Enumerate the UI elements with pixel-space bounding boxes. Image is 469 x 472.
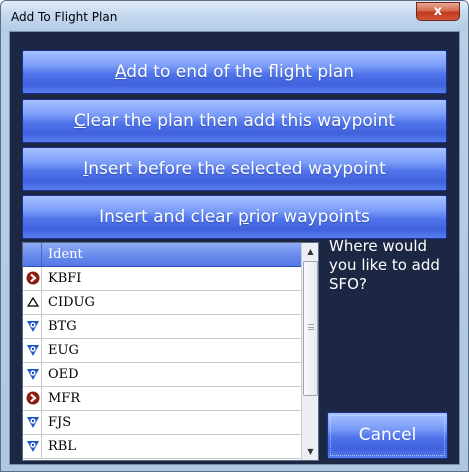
scroll-thumb[interactable]: [303, 261, 318, 396]
insert-and-clear-prior-button[interactable]: Insert and clear prior waypoints: [22, 195, 447, 239]
row-ident: FJS: [48, 415, 72, 430]
vor-icon: [27, 345, 39, 356]
insert-before-button[interactable]: Insert before the selected waypoint: [22, 147, 447, 191]
row-icon-cell: [23, 267, 42, 290]
vor-icon: [27, 321, 39, 332]
row-ident: RBL: [48, 439, 76, 454]
row-ident: EUG: [48, 343, 79, 358]
ident-column-header[interactable]: Ident: [48, 247, 83, 262]
add-to-end-button[interactable]: Add to end of the flight plan: [22, 50, 447, 94]
waypoint-list[interactable]: Ident KBFI CIDUG BTG EUG OED MFR FJS RBL…: [22, 242, 319, 461]
list-row[interactable]: KBFI: [23, 267, 301, 291]
airport-icon: [26, 271, 40, 285]
list-header: Ident: [23, 243, 301, 267]
row-icon-cell: [23, 339, 42, 362]
row-ident: OED: [48, 367, 79, 382]
row-icon-cell: [23, 387, 42, 410]
row-icon-cell: [23, 435, 42, 458]
list-row[interactable]: CIDUG: [23, 291, 301, 315]
vor-icon: [27, 417, 39, 428]
intersection-icon: [26, 296, 40, 307]
list-row[interactable]: FJS: [23, 411, 301, 435]
clear-and-add-label-post: lear the plan then add this waypoint: [85, 111, 395, 131]
row-ident: BTG: [48, 319, 77, 334]
title-bar[interactable]: Add To Flight Plan x: [1, 1, 468, 31]
add-to-end-label-post: dd to end of the flight plan: [126, 62, 355, 82]
cancel-button[interactable]: Cancel: [327, 412, 448, 459]
window-title: Add To Flight Plan: [11, 10, 118, 24]
close-button[interactable]: x: [416, 2, 460, 21]
list-scrollbar[interactable]: ▲ ▼: [301, 243, 318, 460]
scroll-up-arrow-icon[interactable]: ▲: [302, 243, 318, 260]
vor-icon: [27, 441, 39, 452]
insert-clear-accel: p: [237, 207, 249, 227]
list-row[interactable]: MFR: [23, 387, 301, 411]
list-row[interactable]: RBL: [23, 435, 301, 459]
prompt-text: Where would you like to add SFO?: [329, 237, 440, 293]
thumb-grip-icon: [308, 324, 314, 330]
row-icon-cell: [23, 411, 42, 434]
dialog-client-area: Add to end of the flight plan Clear the …: [9, 31, 460, 465]
insert-clear-label-pre: Insert and clear: [99, 207, 238, 227]
list-row[interactable]: OED: [23, 363, 301, 387]
row-ident: CIDUG: [48, 295, 95, 310]
clear-and-add-button[interactable]: Clear the plan then add this waypoint: [22, 99, 447, 143]
icon-column-header[interactable]: [23, 243, 42, 266]
list-row[interactable]: BTG: [23, 315, 301, 339]
airport-icon: [26, 391, 40, 405]
row-icon-cell: [23, 363, 42, 386]
vor-icon: [27, 369, 39, 380]
insert-clear-label-post: rior waypoints: [248, 207, 370, 227]
scroll-down-arrow-icon[interactable]: ▼: [302, 443, 318, 460]
add-to-end-accel: A: [114, 62, 127, 82]
dialog-window: Add To Flight Plan x Add to end of the f…: [0, 0, 469, 472]
row-icon-cell: [23, 291, 42, 314]
clear-and-add-accel: C: [74, 111, 86, 131]
row-ident: MFR: [48, 391, 81, 406]
row-ident: KBFI: [48, 271, 82, 286]
list-row[interactable]: EUG: [23, 339, 301, 363]
insert-before-label-post: nsert before the selected waypoint: [88, 159, 386, 179]
row-icon-cell: [23, 315, 42, 338]
